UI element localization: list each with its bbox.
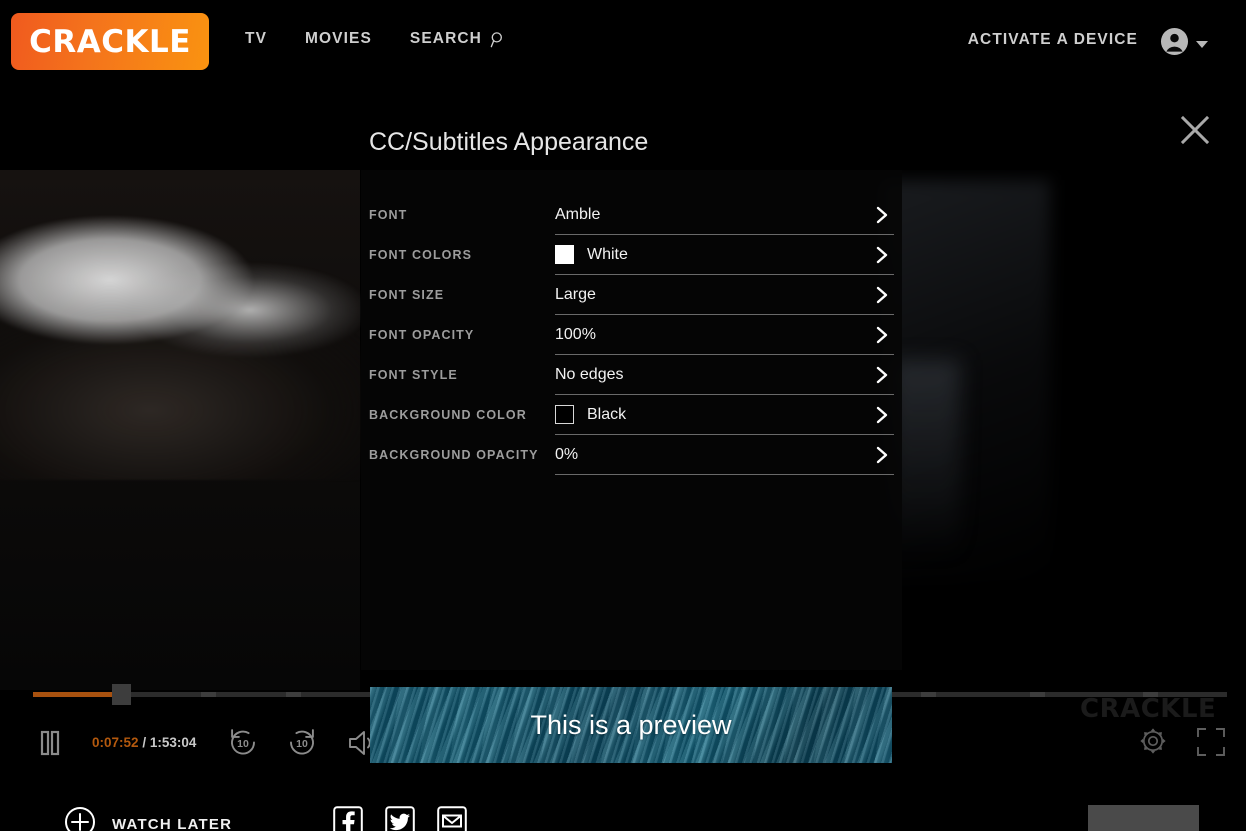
nav-item-search[interactable]: SEARCH [410, 30, 507, 48]
account-menu[interactable] [1160, 27, 1208, 61]
chevron-right-icon [872, 365, 892, 385]
chevron-right-icon [872, 405, 892, 425]
color-swatch-black [555, 405, 574, 424]
setting-label-background-color: BACKGROUND COLOR [369, 408, 527, 422]
close-icon[interactable] [1174, 109, 1216, 151]
social-share-row [333, 806, 467, 831]
fullscreen-button[interactable] [1196, 727, 1226, 757]
nav-item-tv-label: TV [245, 30, 268, 47]
crackle-logo[interactable]: CRACKLE [11, 13, 209, 70]
setting-row-background-opacity[interactable]: BACKGROUND OPACITY 0% [369, 435, 894, 475]
setting-value-font-size: Large [555, 285, 596, 303]
gear-icon[interactable] [1138, 726, 1168, 756]
svg-text:10: 10 [296, 738, 308, 750]
setting-value-font-colors: White [587, 245, 628, 263]
progress-scrubber-handle[interactable] [112, 684, 131, 705]
subtitle-preview: This is a preview [370, 687, 892, 763]
bottom-action-bar: WATCH LATER [0, 770, 1246, 831]
setting-row-font-colors[interactable]: FONT COLORS White [369, 235, 894, 275]
time-display: 0:07:52 / 1:53:04 [92, 735, 196, 750]
setting-value-background-opacity: 0% [555, 445, 579, 463]
setting-value-font: Amble [555, 205, 601, 223]
setting-row-font-style[interactable]: FONT STYLE No edges [369, 355, 894, 395]
setting-row-font-opacity[interactable]: FONT OPACITY 100% [369, 315, 894, 355]
chevron-right-icon [872, 325, 892, 345]
video-frame-snow [0, 170, 370, 480]
setting-row-background-color[interactable]: BACKGROUND COLOR Black [369, 395, 894, 435]
svg-text:10: 10 [237, 738, 249, 750]
setting-value-background-color: Black [587, 405, 627, 423]
setting-value-font-opacity: 100% [555, 325, 596, 343]
color-swatch-white [555, 245, 574, 264]
time-separator: / [142, 735, 147, 750]
preview-text: This is a preview [530, 709, 732, 740]
setting-label-font: FONT [369, 208, 408, 222]
logo-text: CRACKLE [29, 23, 191, 60]
facebook-icon[interactable] [333, 806, 363, 831]
player-page: CRACKLE TV MOVIES SEARCH ACTIVATE A DEVI… [0, 0, 1246, 831]
nav-item-movies[interactable]: MOVIES [305, 30, 372, 48]
watch-later-button[interactable]: WATCH LATER [64, 806, 232, 831]
nav-item-search-label: SEARCH [409, 30, 482, 47]
chevron-down-icon [1196, 40, 1208, 48]
setting-label-font-colors: FONT COLORS [369, 248, 473, 262]
chevron-right-icon [872, 205, 892, 225]
main-nav: TV MOVIES SEARCH [245, 30, 507, 48]
setting-label-font-size: FONT SIZE [369, 288, 445, 302]
total-time: 1:53:04 [149, 735, 197, 750]
account-circle-icon [1160, 27, 1189, 61]
chevron-right-icon [872, 445, 892, 465]
twitter-icon[interactable] [385, 806, 415, 831]
setting-row-font-size[interactable]: FONT SIZE Large [369, 275, 894, 315]
dialog-title: CC/Subtitles Appearance [369, 128, 649, 156]
setting-label-font-opacity: FONT OPACITY [369, 328, 475, 342]
plus-circle-icon [64, 806, 96, 831]
setting-label-font-style: FONT STYLE [369, 368, 458, 382]
settings-list: FONT Amble FONT COLORS White FONT SIZE L… [369, 195, 894, 475]
email-icon[interactable] [437, 806, 467, 831]
search-icon [490, 31, 507, 48]
rewind-10-button[interactable]: 10 [227, 726, 259, 758]
pause-button[interactable] [34, 727, 66, 759]
nav-item-movies-label: MOVIES [305, 30, 372, 47]
chevron-right-icon [872, 245, 892, 265]
setting-label-background-opacity: BACKGROUND OPACITY [369, 448, 539, 462]
ad-slot-placeholder[interactable] [1088, 805, 1199, 831]
setting-value-font-style: No edges [555, 365, 624, 383]
forward-10-button[interactable]: 10 [286, 726, 318, 758]
site-header: CRACKLE TV MOVIES SEARCH ACTIVATE A DEVI… [0, 0, 1246, 83]
activate-device-link[interactable]: ACTIVATE A DEVICE [968, 31, 1138, 49]
watch-later-label: WATCH LATER [112, 816, 233, 831]
setting-row-font[interactable]: FONT Amble [369, 195, 894, 235]
current-time: 0:07:52 [92, 735, 139, 750]
nav-item-tv[interactable]: TV [245, 30, 267, 48]
chevron-right-icon [872, 285, 892, 305]
